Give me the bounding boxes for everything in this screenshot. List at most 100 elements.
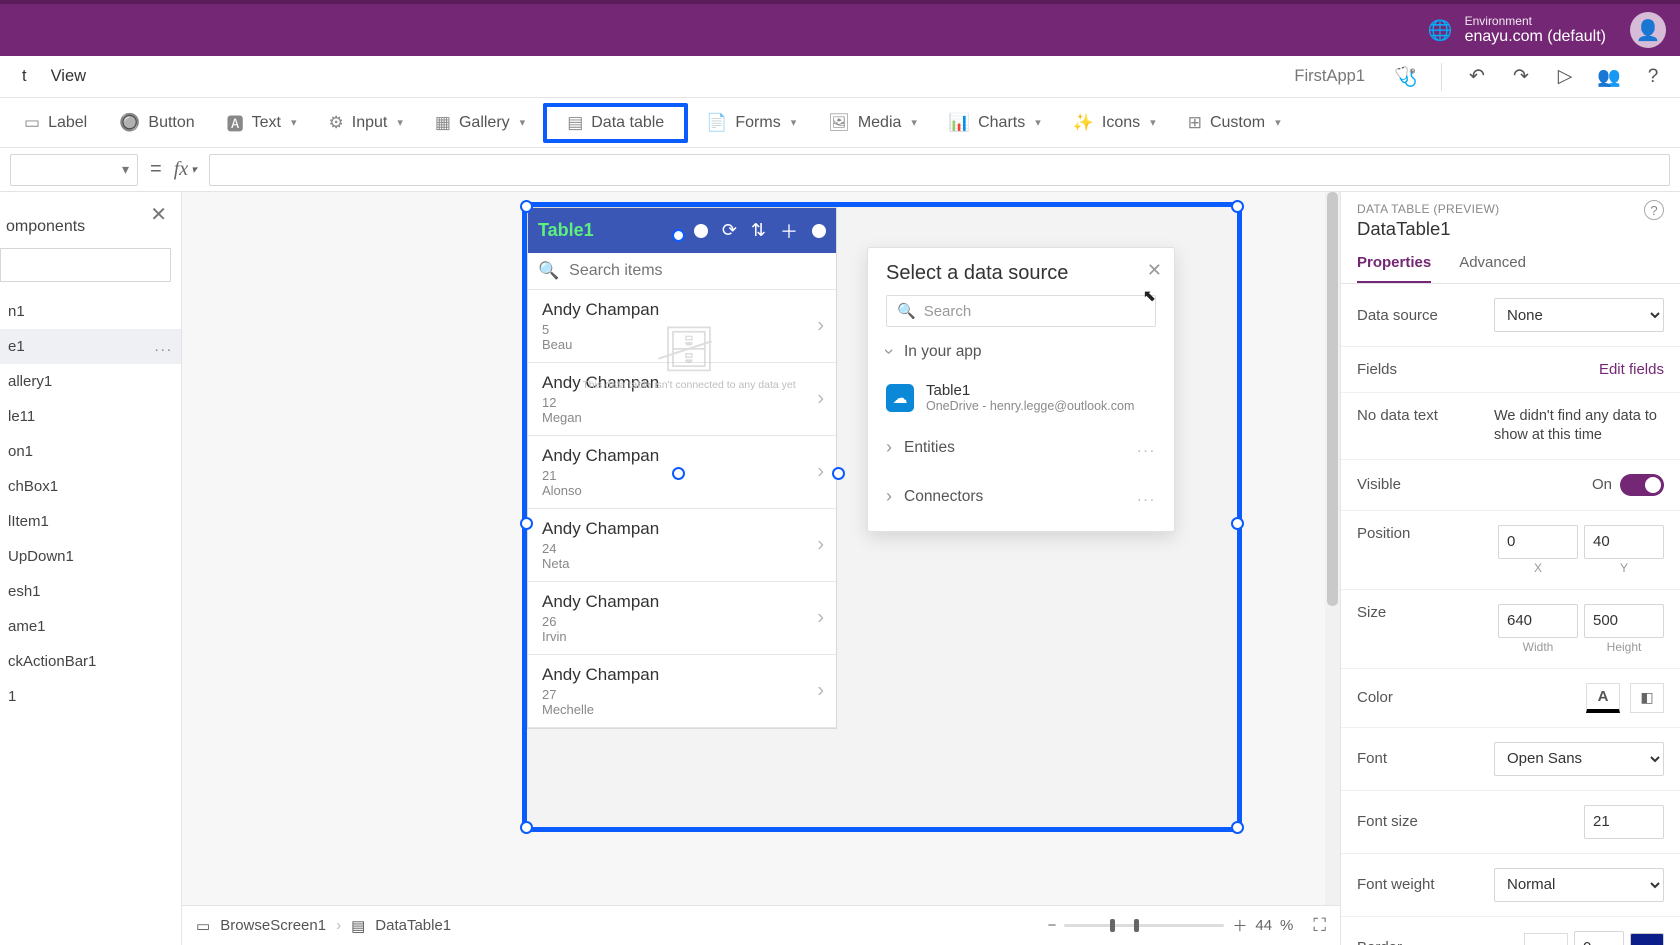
help-icon[interactable]: ?: [1636, 60, 1670, 94]
user-avatar[interactable]: 👤: [1630, 12, 1666, 48]
dot-icon[interactable]: [694, 224, 708, 238]
close-icon[interactable]: ✕: [150, 202, 167, 227]
insert-input[interactable]: ⚙Input▾: [315, 107, 417, 139]
datatable-selection[interactable]: Table1 ⟳ ⇅ ＋ 🔍 Andy Champan5Beau›Andy Ch…: [522, 202, 1242, 832]
zoom-slider[interactable]: [1064, 924, 1224, 927]
data-source-select[interactable]: None: [1494, 298, 1664, 332]
insert-charts[interactable]: 📊Charts▾: [935, 107, 1055, 139]
menu-t[interactable]: t: [10, 67, 39, 86]
fx-icon[interactable]: fx▾: [174, 158, 197, 181]
visible-toggle[interactable]: [1620, 474, 1664, 496]
control-category: DATA TABLE (PREVIEW): [1357, 202, 1664, 216]
play-icon[interactable]: ▷: [1548, 60, 1582, 94]
undo-icon[interactable]: ↶: [1460, 60, 1494, 94]
chevron-right-icon[interactable]: ›: [817, 534, 824, 557]
list-item[interactable]: Andy Champan26Irvin›: [528, 582, 836, 655]
sort-icon[interactable]: ⇅: [751, 220, 766, 241]
canvas-scrollbar[interactable]: [1325, 192, 1340, 905]
app-checker-icon[interactable]: 🩺: [1389, 60, 1423, 94]
fill-color-button[interactable]: ◧: [1630, 683, 1664, 713]
datasource-table1[interactable]: ☁ Table1 OneDrive - henry.legge@outlook.…: [868, 376, 1174, 423]
section-entities[interactable]: ›Entities...: [868, 423, 1174, 472]
dot2-icon[interactable]: [812, 224, 826, 238]
section-in-your-app[interactable]: ›In your app: [868, 327, 1174, 376]
label-font-size: Font size: [1357, 813, 1418, 830]
control-name[interactable]: DataTable1: [1357, 218, 1664, 240]
insert-button[interactable]: 🔘Button: [105, 107, 208, 139]
panel-help-icon[interactable]: ?: [1644, 200, 1664, 220]
tree-item[interactable]: ckActionBar1: [0, 644, 181, 679]
chevron-right-icon[interactable]: ›: [817, 607, 824, 630]
insert-custom[interactable]: ⊞Custom▾: [1174, 107, 1295, 139]
border-style-select[interactable]: ▾: [1524, 933, 1568, 945]
font-weight-select[interactable]: Normal: [1494, 868, 1664, 902]
zoom-in-icon[interactable]: ＋: [1232, 915, 1247, 936]
insert-datatable[interactable]: ▤Data table: [543, 103, 688, 143]
no-data-text-value[interactable]: We didn't find any data to show at this …: [1494, 407, 1664, 445]
edit-fields-link[interactable]: Edit fields: [1599, 361, 1664, 378]
tree-item[interactable]: 1: [0, 679, 181, 714]
insert-forms[interactable]: 📄Forms▾: [692, 107, 810, 139]
position-x-input[interactable]: [1498, 525, 1578, 559]
text-color-button[interactable]: A: [1586, 683, 1620, 713]
formula-input[interactable]: [209, 154, 1670, 186]
insert-label[interactable]: ▭Label: [10, 107, 101, 139]
tree-item[interactable]: chBox1: [0, 469, 181, 504]
popup-search[interactable]: 🔍Search: [886, 295, 1156, 327]
onedrive-icon: ☁: [886, 384, 914, 412]
breadcrumb-screen[interactable]: BrowseScreen1: [220, 917, 326, 934]
chevron-right-icon[interactable]: ›: [817, 315, 824, 338]
chevron-right-icon[interactable]: ›: [817, 680, 824, 703]
font-select[interactable]: Open Sans: [1494, 742, 1664, 776]
insert-icons[interactable]: ✨Icons▾: [1059, 107, 1170, 139]
chevron-right-icon[interactable]: ›: [817, 388, 824, 411]
more-icon[interactable]: ...: [154, 338, 173, 355]
environment-picker[interactable]: 🌐 Environment enayu.com (default): [1428, 14, 1606, 46]
more-icon[interactable]: ...: [1137, 488, 1156, 506]
tree-item[interactable]: allery1: [0, 364, 181, 399]
tab-properties[interactable]: Properties: [1357, 254, 1431, 283]
fit-screen-icon[interactable]: ⛶: [1313, 915, 1326, 936]
redo-icon[interactable]: ↷: [1504, 60, 1538, 94]
tree-item[interactable]: e1...: [0, 329, 181, 364]
tree-item[interactable]: n1: [0, 294, 181, 329]
font-size-input[interactable]: [1584, 805, 1664, 839]
zoom-out-icon[interactable]: −: [1048, 917, 1057, 934]
gallery-icon: ▦: [435, 113, 451, 133]
list-item[interactable]: Andy Champan24Neta›: [528, 509, 836, 582]
tree-item[interactable]: lItem1: [0, 504, 181, 539]
tree-search-input[interactable]: [0, 248, 171, 282]
tab-advanced[interactable]: Advanced: [1459, 254, 1526, 283]
tree-item[interactable]: UpDown1: [0, 539, 181, 574]
zoom-unit: %: [1280, 917, 1293, 934]
size-width-input[interactable]: [1498, 604, 1578, 638]
chevron-right-icon[interactable]: ›: [817, 461, 824, 484]
popup-close-icon[interactable]: ✕: [1147, 260, 1162, 281]
section-connectors[interactable]: ›Connectors...: [868, 472, 1174, 521]
tree-item[interactable]: le11: [0, 399, 181, 434]
share-icon[interactable]: 👥: [1592, 60, 1626, 94]
list-item[interactable]: Andy Champan5Beau›: [528, 290, 836, 363]
size-height-input[interactable]: [1584, 604, 1664, 638]
tree-item[interactable]: esh1: [0, 574, 181, 609]
insert-media[interactable]: 🖼Media▾: [814, 107, 931, 139]
gallery-search[interactable]: 🔍: [528, 253, 836, 290]
breadcrumb-control[interactable]: DataTable1: [375, 917, 451, 934]
list-item[interactable]: Andy Champan12Megan›: [528, 363, 836, 436]
border-width-input[interactable]: [1574, 931, 1624, 945]
tree-item[interactable]: on1: [0, 434, 181, 469]
refresh-icon[interactable]: ⟳: [722, 220, 737, 241]
property-selector[interactable]: ▾: [10, 154, 138, 186]
tree-item[interactable]: ame1: [0, 609, 181, 644]
label-font: Font: [1357, 750, 1387, 767]
cursor-icon: ⬉: [1143, 286, 1156, 306]
gallery-search-input[interactable]: [569, 262, 826, 280]
more-icon[interactable]: ...: [1137, 439, 1156, 457]
add-icon[interactable]: ＋: [780, 218, 798, 244]
list-item[interactable]: Andy Champan27Mechelle›: [528, 655, 836, 728]
insert-text[interactable]: 🅰Text▾: [213, 104, 311, 141]
position-y-input[interactable]: [1584, 525, 1664, 559]
insert-gallery[interactable]: ▦Gallery▾: [421, 107, 539, 139]
border-color-swatch[interactable]: [1630, 933, 1664, 945]
menu-view[interactable]: View: [39, 67, 98, 86]
